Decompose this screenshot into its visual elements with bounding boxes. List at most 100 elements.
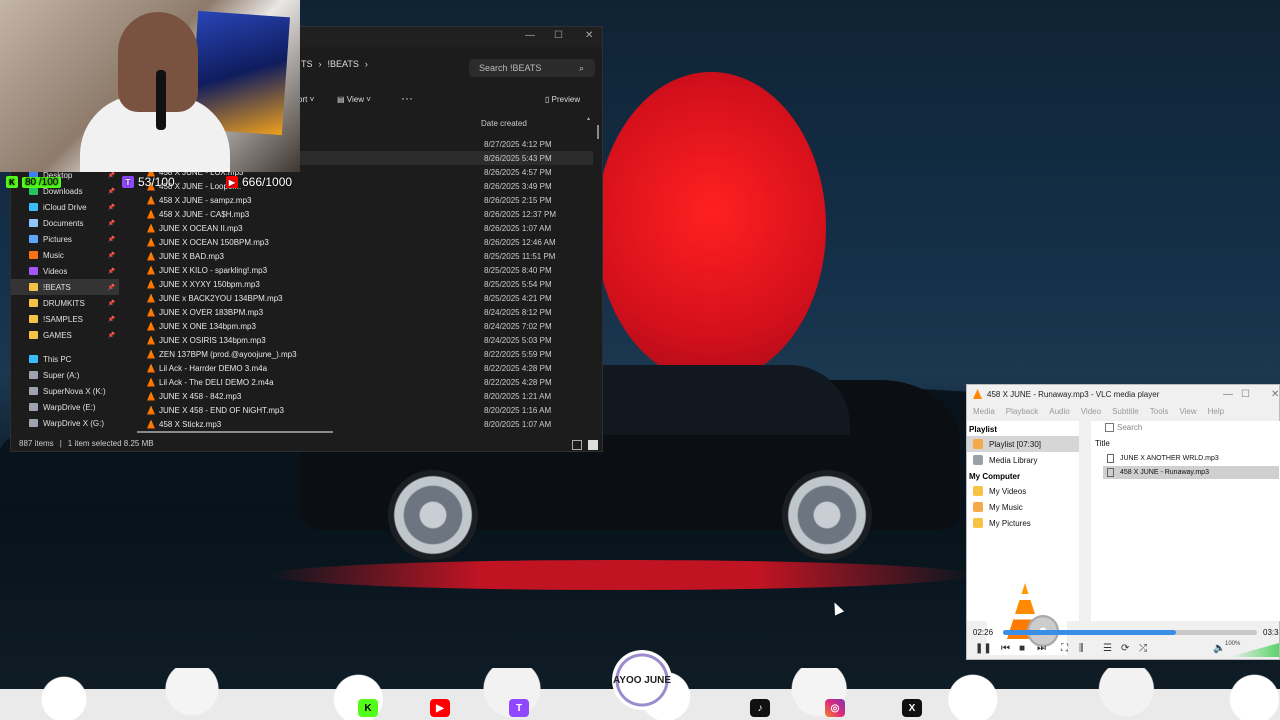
maximize-button[interactable]: ☐ — [554, 30, 563, 41]
search-icon[interactable]: ⌕ — [579, 63, 594, 74]
menu-item[interactable]: Playback — [1006, 407, 1038, 416]
vlc-file-icon — [147, 223, 155, 233]
file-row[interactable]: JUNE X ONE 134bpm.mp3 8/24/2025 7:02 PM — [133, 319, 593, 333]
close-button[interactable]: ✕ — [585, 30, 593, 41]
maximize-button[interactable]: ☐ — [1241, 389, 1250, 400]
file-row[interactable]: 458 X JUNE - sampz.mp3 8/26/2025 2:15 PM — [133, 193, 593, 207]
sidebar-item[interactable]: Videos 📌 — [11, 263, 119, 279]
pin-icon[interactable]: 📌 — [108, 204, 115, 211]
menu-item[interactable]: View — [1179, 407, 1196, 416]
sidebar-drive[interactable]: This PC — [11, 351, 119, 367]
pin-icon[interactable]: 📌 — [108, 252, 115, 259]
playlist-toggle-icon[interactable]: ☰ — [1103, 643, 1112, 654]
pin-icon[interactable]: 📌 — [108, 332, 115, 339]
pin-icon[interactable]: 📌 — [108, 300, 115, 307]
breadcrumb-item[interactable]: !BEATS — [328, 59, 359, 69]
sidebar-item[interactable]: GAMES 📌 — [11, 327, 119, 343]
breadcrumb-item[interactable]: TS — [301, 59, 313, 69]
pin-icon[interactable]: 📌 — [108, 284, 115, 291]
sidebar-item[interactable]: Documents 📌 — [11, 215, 119, 231]
preview-button[interactable]: ▯ Preview — [545, 95, 580, 104]
column-header-date-created[interactable]: Date created — [481, 119, 527, 128]
playlist-view-icon[interactable] — [1105, 423, 1114, 432]
file-row[interactable]: JUNE X 458 - 842.mp3 8/20/2025 1:21 AM — [133, 389, 593, 403]
fullscreen-icon[interactable]: ⛶ — [1061, 643, 1068, 654]
file-row[interactable]: Lil Ack - Harrder DEMO 3.m4a 8/22/2025 4:… — [133, 361, 593, 375]
sidebar-drive[interactable]: WarpDrive (E:) — [11, 399, 119, 415]
file-row[interactable]: JUNE X XYXY 150bpm.mp3 8/25/2025 5:54 PM — [133, 277, 593, 291]
playlist-row[interactable]: JUNE X ANOTHER WRLD.mp3 — [1103, 452, 1279, 465]
loop-icon[interactable]: ⟳ — [1121, 643, 1129, 654]
menu-item[interactable]: Audio — [1049, 407, 1069, 416]
sidebar-item[interactable]: Music 📌 — [11, 247, 119, 263]
close-button[interactable]: ✕ — [1271, 389, 1279, 400]
file-row[interactable]: JUNE X OVER 183BPM.mp3 8/24/2025 8:12 PM — [133, 305, 593, 319]
file-row[interactable]: 458 X JUNE - CA$H.mp3 8/26/2025 12:37 PM — [133, 207, 593, 221]
playlist-search-input[interactable]: Search — [1117, 423, 1277, 435]
minimize-button[interactable]: — — [1223, 389, 1233, 400]
seek-bar[interactable] — [1003, 630, 1257, 635]
pause-button[interactable]: ❚❚ — [975, 643, 992, 654]
sidebar-item-label: My Videos — [989, 486, 1027, 496]
sidebar-item-my-pictures[interactable]: My Pictures — [967, 515, 1079, 531]
tiles-view-icon[interactable] — [588, 440, 598, 450]
playlist-row-playing[interactable]: 458 X JUNE - Runaway.mp3 — [1103, 466, 1279, 479]
file-row[interactable]: JUNE X OCEAN 150BPM.mp3 8/26/2025 12:46 A… — [133, 235, 593, 249]
menu-item[interactable]: Tools — [1150, 407, 1169, 416]
sidebar-item[interactable]: Pictures 📌 — [11, 231, 119, 247]
sidebar-item[interactable]: !SAMPLES 📌 — [11, 311, 119, 327]
file-row[interactable]: 458 X JUNE - Looper... 8/26/2025 3:49 PM — [133, 179, 593, 193]
view-button[interactable]: ▤ View ˅ — [337, 95, 371, 104]
volume-icon[interactable]: 🔈 — [1213, 643, 1225, 654]
sort-button[interactable]: ort ˅ — [298, 95, 314, 104]
pin-icon[interactable]: 📌 — [108, 172, 115, 179]
sidebar-item[interactable]: !BEATS 📌 — [11, 279, 119, 295]
previous-icon[interactable]: ⏮ — [1001, 643, 1010, 654]
pin-icon[interactable]: 📌 — [108, 268, 115, 275]
file-row[interactable]: JUNE x BACK2YOU 134BPM.mp3 8/25/2025 4:21… — [133, 291, 593, 305]
file-row[interactable]: JUNE X OSIRIS 134bpm.mp3 8/24/2025 5:03 P… — [133, 333, 593, 347]
pin-icon[interactable]: 📌 — [108, 236, 115, 243]
details-view-icon[interactable] — [572, 440, 582, 450]
menu-item[interactable]: Video — [1081, 407, 1101, 416]
sidebar-item[interactable]: DRUMKITS 📌 — [11, 295, 119, 311]
chevron-right-icon: › — [318, 59, 322, 69]
file-name: JUNE X KILO - sparkling!.mp3 — [159, 265, 268, 275]
file-date: 8/25/2025 5:54 PM — [484, 279, 552, 289]
file-name: JUNE X OSIRIS 134bpm.mp3 — [159, 335, 266, 345]
pin-icon[interactable]: 📌 — [108, 188, 115, 195]
file-row[interactable]: JUNE X 458 - END OF NiGHT.mp3 8/20/2025 1… — [133, 403, 593, 417]
file-row[interactable]: Lil Ack - The DELI DEMO 2.m4a 8/22/2025 4… — [133, 375, 593, 389]
search-input[interactable]: Search !BEATS — [469, 59, 595, 77]
sidebar-drive[interactable]: SuperNova X (K:) — [11, 383, 119, 399]
sidebar-drive[interactable]: WarpDrive X (G:) — [11, 415, 119, 431]
breadcrumb[interactable]: TS › !BEATS › — [301, 59, 368, 69]
sidebar-item[interactable]: iCloud Drive 📌 — [11, 199, 119, 215]
menu-item[interactable]: Help — [1208, 407, 1224, 416]
more-options-button[interactable]: ··· — [401, 91, 413, 105]
sidebar-item-label: !BEATS — [43, 282, 71, 292]
column-header-title[interactable]: Title — [1095, 439, 1110, 448]
pin-icon[interactable]: 📌 — [108, 220, 115, 227]
menu-item[interactable]: Subtitle — [1112, 407, 1139, 416]
sidebar-item-media-library[interactable]: Media Library — [967, 452, 1079, 468]
file-row[interactable]: ZEN 137BPM (prod.@ayoojune_).mp3 8/22/202… — [133, 347, 593, 361]
menu-item[interactable]: Media — [973, 407, 995, 416]
sidebar-item-playlist[interactable]: Playlist [07:30] — [967, 436, 1079, 452]
sidebar-item-my-videos[interactable]: My Videos — [967, 483, 1079, 499]
file-row[interactable]: JUNE X OCEAN II.mp3 8/26/2025 1:07 AM — [133, 221, 593, 235]
kick-goal: K 80 /100 — [6, 175, 62, 189]
stop-icon[interactable]: ■ — [1019, 643, 1025, 654]
shuffle-icon[interactable]: ⤮ — [1139, 643, 1147, 654]
equalizer-icon[interactable]: ⫼ — [1079, 643, 1084, 654]
sidebar-item-my-music[interactable]: My Music — [967, 499, 1079, 515]
file-row[interactable]: JUNE X BAD.mp3 8/25/2025 11:51 PM — [133, 249, 593, 263]
next-icon[interactable]: ⏭ — [1037, 643, 1046, 654]
horizontal-scrollbar[interactable] — [137, 431, 333, 433]
vertical-scrollbar[interactable] — [597, 125, 599, 139]
file-row[interactable]: JUNE X KILO - sparkling!.mp3 8/25/2025 8:… — [133, 263, 593, 277]
pin-icon[interactable]: 📌 — [108, 316, 115, 323]
file-row[interactable]: 458 X Stickz.mp3 8/20/2025 1:07 AM — [133, 417, 593, 431]
sidebar-drive[interactable]: Super (A:) — [11, 367, 119, 383]
minimize-button[interactable]: — — [525, 30, 535, 41]
